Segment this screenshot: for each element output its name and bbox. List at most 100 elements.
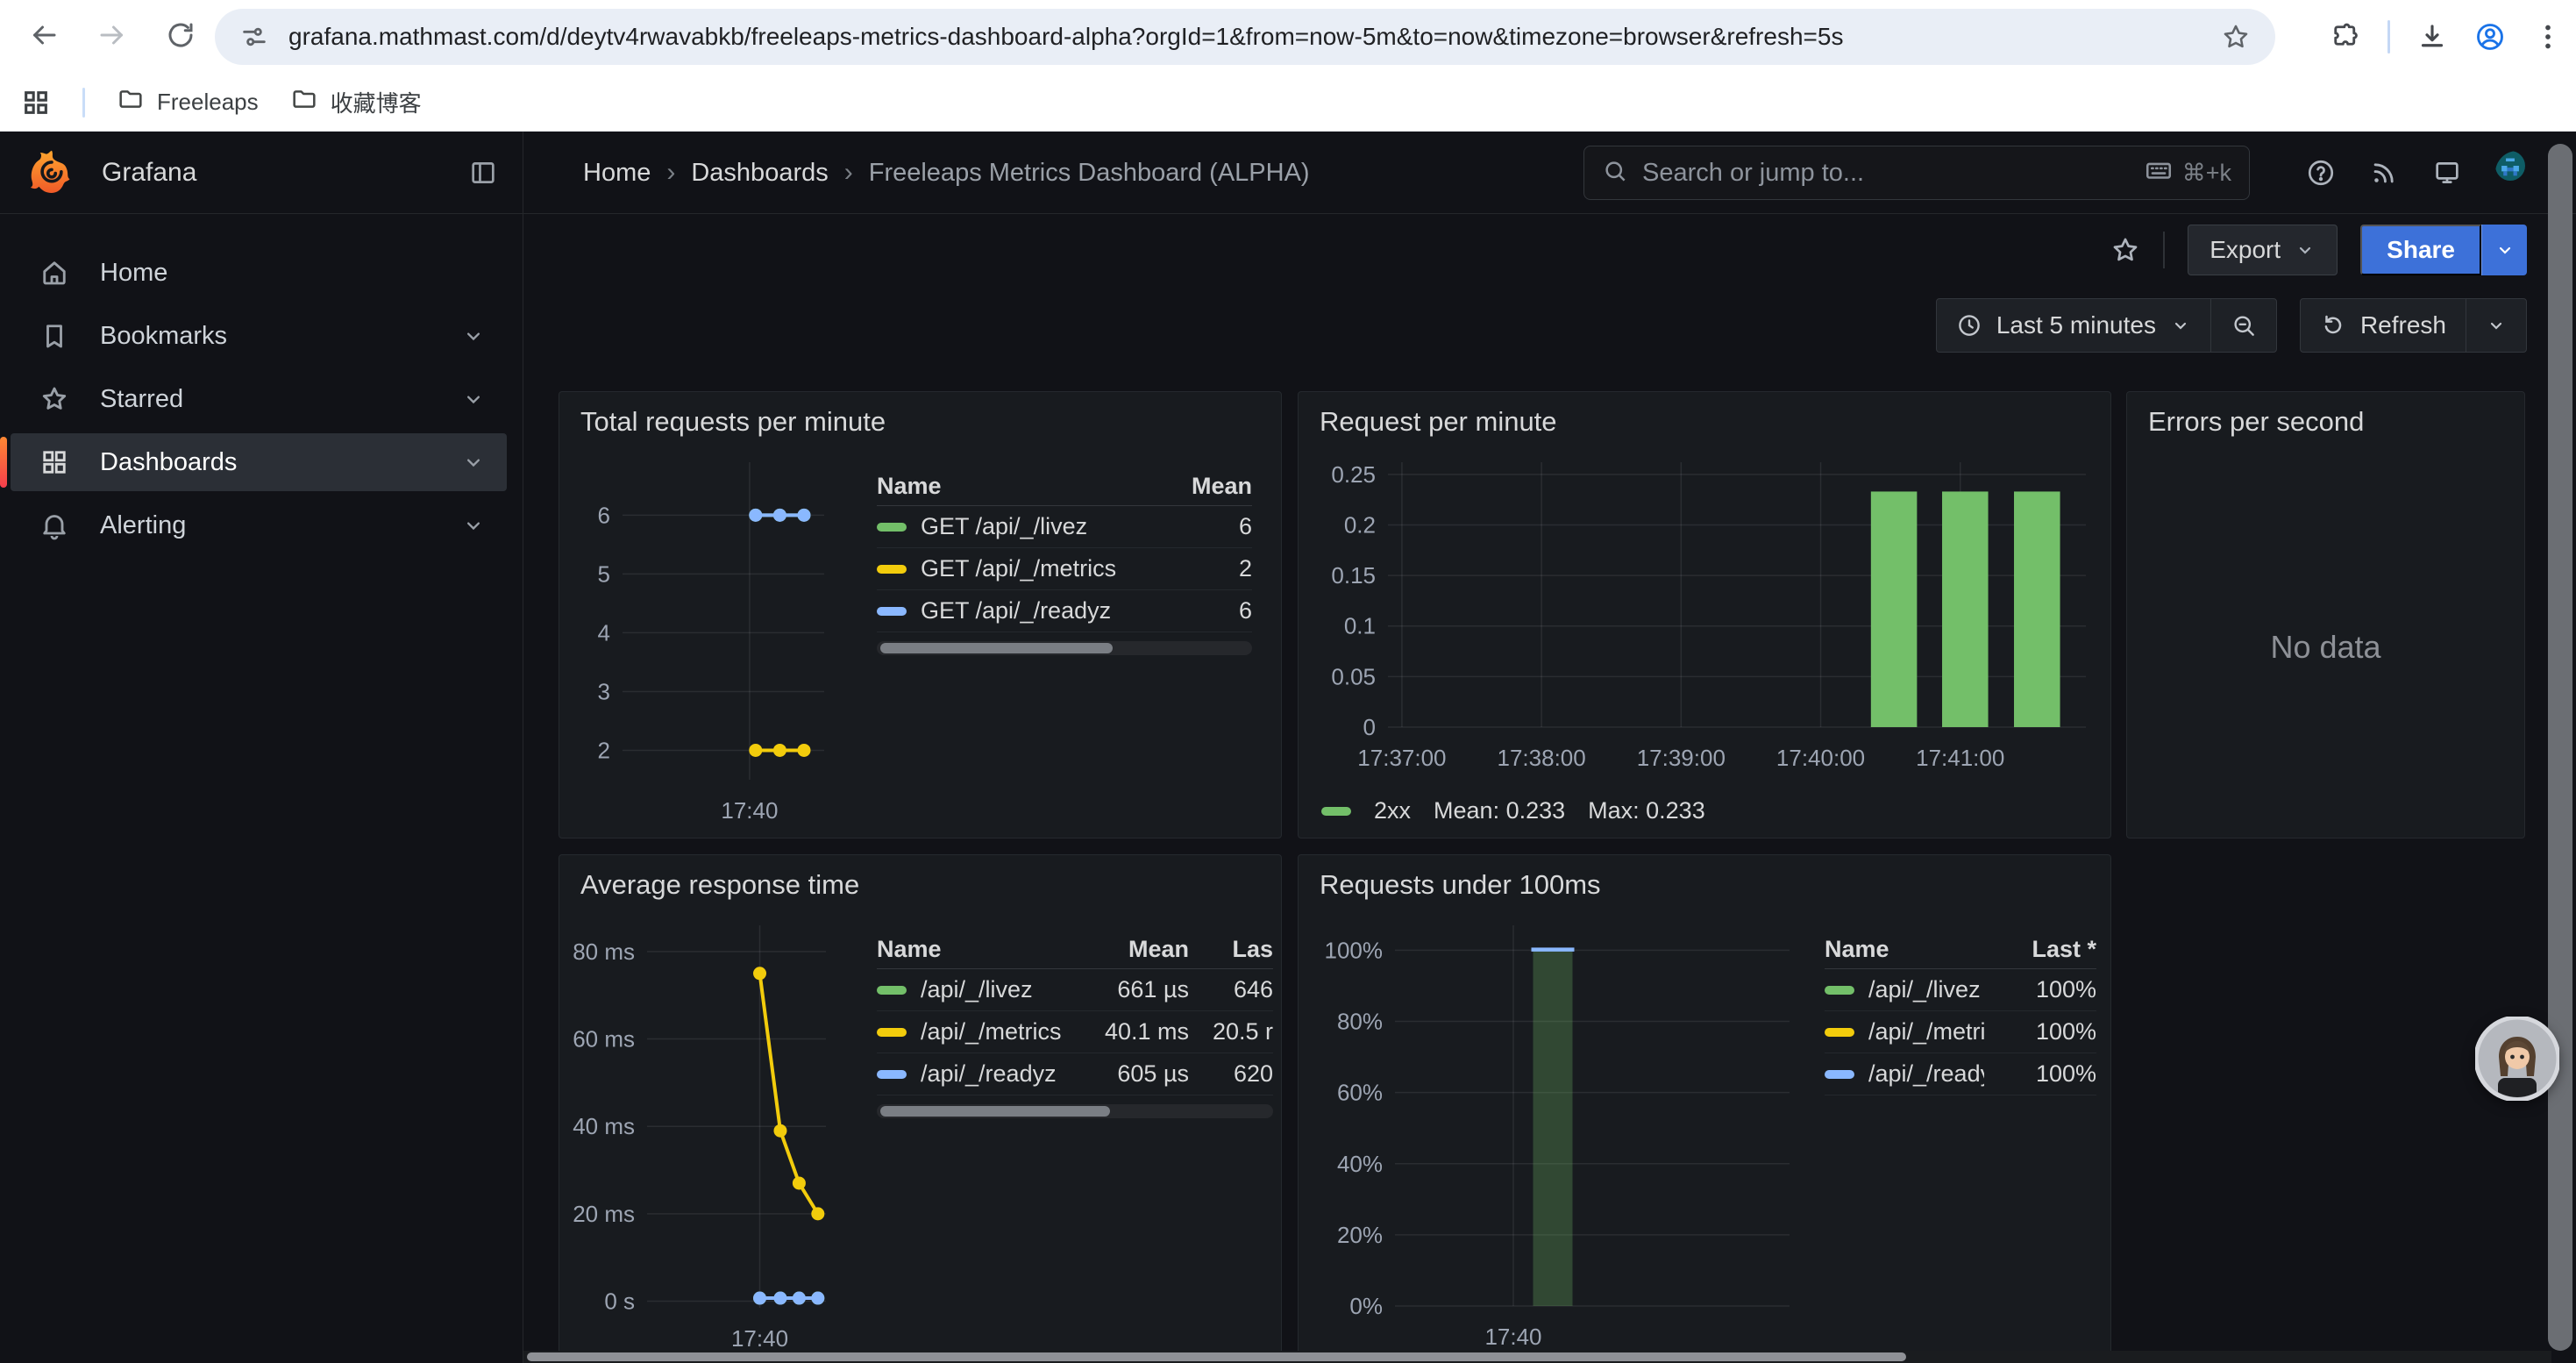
series-value: 646	[1189, 976, 1273, 1003]
series-swatch[interactable]	[877, 607, 907, 616]
sidebar-item-dashboards[interactable]: Dashboards	[11, 433, 507, 491]
share-label: Share	[2387, 236, 2455, 264]
series-swatch[interactable]	[877, 1070, 907, 1079]
chevron-down-icon[interactable]	[461, 450, 486, 475]
series-value: 6	[1140, 597, 1252, 624]
sidebar-item-starred[interactable]: Starred	[11, 370, 507, 428]
series-name[interactable]: /api/_/metrics	[921, 1018, 1062, 1045]
assistant-avatar[interactable]	[2475, 1017, 2559, 1101]
url-text[interactable]: grafana.mathmast.com/d/deytv4rwavabkb/fr…	[288, 23, 2221, 51]
panel-title[interactable]: Request per minute	[1320, 406, 1557, 438]
bookmark-folder-freeleaps[interactable]: Freeleaps	[117, 85, 259, 119]
legend-scrollbar[interactable]	[877, 1104, 1273, 1118]
total-requests-chart[interactable]: 6543217:40	[572, 448, 831, 831]
series-name[interactable]: /api/_/metrics	[1868, 1018, 1984, 1045]
series-name[interactable]: 2xx	[1374, 797, 1411, 824]
chevron-down-icon[interactable]	[461, 387, 486, 411]
series-swatch[interactable]	[1825, 1070, 1854, 1079]
series-name[interactable]: GET /api/_/metrics	[921, 555, 1116, 582]
legend-header[interactable]: Name	[877, 473, 1140, 500]
breadcrumb-home[interactable]: Home	[583, 159, 651, 188]
chevron-down-icon[interactable]	[461, 513, 486, 538]
series-swatch[interactable]	[1321, 807, 1351, 816]
kiosk-monitor-icon[interactable]	[2432, 158, 2462, 188]
panel-total-requests[interactable]: Total requests per minute 6543217:40 Nam…	[559, 391, 1282, 838]
series-value: 100%	[1984, 1018, 2096, 1045]
legend-header[interactable]: Mean	[1140, 473, 1252, 500]
time-range-button[interactable]: Last 5 minutes	[1937, 299, 2210, 352]
bookmark-star-icon[interactable]	[2221, 22, 2251, 52]
profile-icon[interactable]	[2474, 21, 2506, 53]
back-button[interactable]	[18, 11, 70, 63]
search-input[interactable]: Search or jump to... ⌘+k	[1583, 146, 2250, 200]
user-avatar[interactable]	[2495, 151, 2539, 195]
share-menu-button[interactable]	[2481, 225, 2527, 275]
legend-header[interactable]: Las	[1189, 936, 1273, 963]
favorite-star-icon[interactable]	[2110, 235, 2140, 265]
sidebar-item-home[interactable]: Home	[11, 244, 507, 302]
series-swatch[interactable]	[1825, 1028, 1854, 1037]
panel-avg-response-time[interactable]: Average response time 80 ms60 ms40 ms20 …	[559, 854, 1282, 1363]
grafana-logo-icon[interactable]	[26, 147, 77, 198]
news-rss-icon[interactable]	[2369, 158, 2399, 188]
no-data-message: No data	[2127, 629, 2524, 666]
chevron-down-icon[interactable]	[461, 324, 486, 348]
svg-text:17:40: 17:40	[721, 797, 778, 824]
refresh-interval-button[interactable]	[2466, 299, 2526, 352]
request-per-minute-chart[interactable]: 0.250.20.150.10.05017:37:0017:38:0017:39…	[1311, 448, 2098, 781]
refresh-button[interactable]: Refresh	[2301, 299, 2466, 352]
panel-requests-under-100ms[interactable]: Requests under 100ms 100%80%60%40%20%0%1…	[1298, 854, 2111, 1363]
sidebar-toggle-icon[interactable]	[465, 154, 502, 191]
sidebar-item-bookmarks[interactable]: Bookmarks	[11, 307, 507, 365]
address-bar[interactable]: grafana.mathmast.com/d/deytv4rwavabkb/fr…	[215, 9, 2275, 65]
breadcrumb-dashboards[interactable]: Dashboards	[691, 159, 828, 188]
under-100ms-chart[interactable]: 100%80%60%40%20%0%17:40	[1311, 911, 1802, 1360]
series-name[interactable]: /api/_/readyz	[921, 1060, 1057, 1088]
series-value: 2	[1140, 555, 1252, 582]
export-button[interactable]: Export	[2188, 225, 2338, 275]
legend-scrollbar[interactable]	[877, 641, 1252, 655]
series-name[interactable]: GET /api/_/readyz	[921, 597, 1111, 624]
panel-request-per-minute[interactable]: Request per minute 0.250.20.150.10.05017…	[1298, 391, 2111, 838]
vertical-scrollbar[interactable]	[2548, 144, 2572, 1354]
sidebar-item-alerting[interactable]: Alerting	[11, 496, 507, 554]
zoom-out-button[interactable]	[2211, 299, 2276, 352]
bookmark-label: 收藏博客	[331, 86, 422, 118]
forward-button[interactable]	[86, 11, 139, 63]
bookmark-folder-blogs[interactable]: 收藏博客	[290, 85, 422, 119]
series-name[interactable]: /api/_/readyz	[1868, 1060, 1984, 1088]
share-button[interactable]: Share	[2360, 225, 2481, 275]
menu-kebab-icon[interactable]	[2532, 21, 2564, 53]
reload-button[interactable]	[154, 11, 207, 63]
panel-title[interactable]: Requests under 100ms	[1320, 869, 1601, 901]
series-value: 100%	[1984, 976, 2096, 1003]
legend-header[interactable]: Name	[1825, 936, 1984, 963]
horizontal-scrollbar-thumb[interactable]	[527, 1352, 1906, 1361]
home-icon	[39, 257, 70, 289]
download-icon[interactable]	[2416, 21, 2448, 53]
help-icon[interactable]	[2306, 158, 2336, 188]
horizontal-scrollbar[interactable]	[523, 1351, 2551, 1363]
apps-grid-icon[interactable]	[21, 88, 51, 118]
legend-header[interactable]: Name	[877, 936, 1077, 963]
series-name[interactable]: /api/_/livez	[1868, 976, 1981, 1003]
series-swatch[interactable]	[877, 986, 907, 995]
site-info-icon[interactable]	[239, 22, 269, 52]
panel-title[interactable]: Total requests per minute	[580, 406, 886, 438]
series-swatch[interactable]	[877, 523, 907, 532]
grafana-app: Grafana Home › Dashboards › Freeleaps Me…	[0, 132, 2576, 1363]
panel-errors-per-second[interactable]: Errors per second No data	[2126, 391, 2525, 838]
series-swatch[interactable]	[877, 565, 907, 574]
avg-response-chart[interactable]: 80 ms60 ms40 ms20 ms0 s17:40	[566, 911, 835, 1360]
extensions-icon[interactable]	[2330, 21, 2361, 53]
svg-text:0%: 0%	[1349, 1293, 1383, 1319]
series-swatch[interactable]	[1825, 986, 1854, 995]
legend-header[interactable]: Last *	[1984, 936, 2096, 963]
series-name[interactable]: GET /api/_/livez	[921, 513, 1087, 540]
panel-title[interactable]: Errors per second	[2148, 406, 2364, 438]
legend-header[interactable]: Mean	[1077, 936, 1189, 963]
series-swatch[interactable]	[877, 1028, 907, 1037]
panel-title[interactable]: Average response time	[580, 869, 859, 901]
vertical-scrollbar-thumb[interactable]	[2548, 144, 2572, 1351]
series-name[interactable]: /api/_/livez	[921, 976, 1033, 1003]
